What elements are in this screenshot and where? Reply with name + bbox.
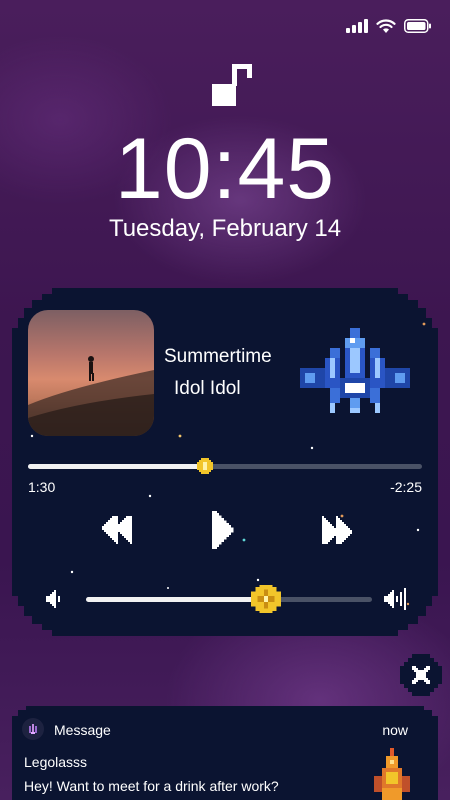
volume-slider[interactable] [86, 585, 372, 613]
close-x-icon[interactable] [400, 654, 442, 696]
playback-progress-knob[interactable] [197, 458, 214, 474]
play-icon [212, 510, 234, 550]
rewind-icon [102, 516, 132, 544]
now-playing-widget: Summertime Idol Idol 1:30 -2:25 [12, 288, 438, 636]
message-app-icon [22, 718, 44, 740]
time-elapsed: 1:30 [28, 479, 56, 495]
volume-low-icon[interactable] [46, 590, 64, 608]
lock-screen-date: Tuesday, February 14 [108, 215, 342, 242]
play-button[interactable] [208, 510, 240, 550]
volume-high-icon[interactable] [384, 588, 408, 610]
time-remaining: -2:25 [390, 479, 422, 495]
notification-time: now [382, 722, 408, 738]
fast-forward-icon [322, 516, 352, 544]
wifi-icon [376, 18, 396, 33]
playback-progress-slider[interactable] [28, 458, 422, 474]
volume-knob[interactable] [251, 585, 282, 613]
cellular-signal-icon [346, 19, 368, 33]
notification-sender: Legolasss [24, 754, 88, 770]
lock-screen-clock: 10:45 [114, 121, 336, 217]
pixel-spaceship-icon [300, 328, 410, 413]
message-notification[interactable]: Message now Legolasss Hey! Want to meet … [12, 706, 438, 800]
song-title: Summertime [164, 346, 272, 367]
previous-track-button[interactable] [96, 510, 136, 550]
status-bar [346, 16, 432, 36]
song-artist: Idol Idol [174, 378, 241, 399]
notification-message: Hey! Want to meet for a drink after work… [24, 778, 279, 794]
volume-fill [86, 597, 267, 602]
playback-progress-fill [28, 464, 206, 469]
unlocked-padlock-icon[interactable] [210, 62, 256, 108]
battery-icon [404, 19, 431, 33]
next-track-button[interactable] [318, 510, 358, 550]
notification-app-name: Message [54, 722, 111, 738]
pixel-rocket-icon [374, 748, 410, 800]
album-art[interactable] [28, 310, 154, 436]
